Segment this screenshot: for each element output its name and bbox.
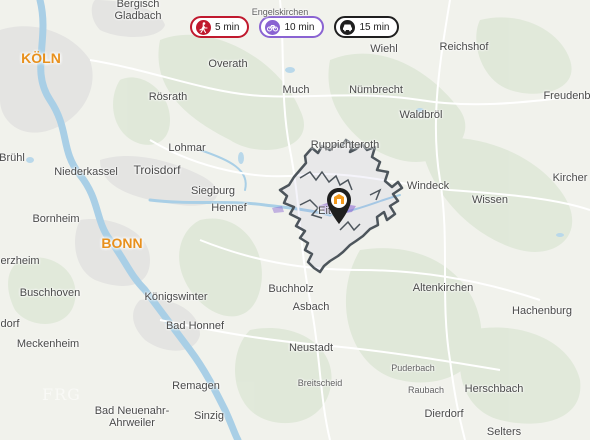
walk-5-min-button[interactable]: 5 min <box>190 16 250 38</box>
place-wiehl: Wiehl <box>370 43 398 55</box>
place-selters: Selters <box>486 426 522 438</box>
place-reichshof: Reichshof <box>439 41 489 53</box>
place-konigswinter: Königswinter <box>144 291 208 303</box>
car-icon <box>340 19 356 35</box>
travel-time-filters: 5 min 10 min 15 min <box>190 16 400 38</box>
place-hennef: Hennef <box>211 202 247 214</box>
place-dierdorf: Dierdorf <box>424 408 464 420</box>
place-asbach: Asbach <box>292 301 330 313</box>
map-watermark: FRG <box>42 385 81 404</box>
place-puderbach: Puderbach <box>391 363 435 373</box>
place-kirchen: Kircher <box>552 172 588 184</box>
place-altenkirchen: Altenkirchen <box>412 282 474 294</box>
walk-icon <box>196 19 211 35</box>
place-bruhl: Brühl <box>0 152 25 164</box>
place-remagen: Remagen <box>172 380 220 392</box>
bike-10-min-button[interactable]: 10 min <box>259 16 325 38</box>
location-pin-icon[interactable] <box>326 187 352 225</box>
walk-label: 5 min <box>215 21 240 33</box>
place-lohmar: Lohmar <box>168 142 206 154</box>
place-ruppichteroth: Ruppichteroth <box>310 139 380 151</box>
map-canvas[interactable] <box>0 0 590 440</box>
place-windeck: Windeck <box>406 180 450 192</box>
place-raubach: Raubach <box>407 385 445 395</box>
place-waldbrol: Waldbröl <box>399 109 443 121</box>
city-bonn: BONN <box>101 235 143 251</box>
place-hachenburg: Hachenburg <box>512 305 572 317</box>
bicycle-icon <box>265 19 281 35</box>
place-bornheim: Bornheim <box>32 213 80 225</box>
place-buchholz: Buchholz <box>268 283 314 295</box>
place-engelskirchen: Engelskirchen <box>251 7 309 17</box>
place-rosrath: Rösrath <box>148 91 188 103</box>
place-overath: Overath <box>208 58 248 70</box>
bike-label: 10 min <box>284 21 315 33</box>
city-koln: KÖLN <box>21 50 61 66</box>
place-breitscheid: Breitscheid <box>297 378 343 388</box>
place-neustadt: Neustadt <box>288 342 334 354</box>
place-freudenberg: Freudenb <box>543 90 590 102</box>
place-herschbach: Herschbach <box>464 383 524 395</box>
place-wissen: Wissen <box>471 194 509 206</box>
place-niederkassel: Niederkassel <box>54 166 118 178</box>
place-meckenheim: Meckenheim <box>16 338 80 350</box>
place-troisdorf: Troisdorf <box>133 163 181 177</box>
place-sinzig: Sinzig <box>194 410 224 422</box>
place-merzheim: erzheim <box>0 255 40 267</box>
car-15-min-button[interactable]: 15 min <box>334 16 400 38</box>
place-bad-neuenahr-ahrweiler: Bad Neuenahr- Ahrweiler <box>94 405 170 429</box>
place-numbrecht: Nümbrecht <box>349 84 403 96</box>
place-much: Much <box>282 84 310 96</box>
place-bad-honnef: Bad Honnef <box>165 320 225 332</box>
place-bergisch-gladbach: Bergisch Gladbach <box>114 0 162 22</box>
place-siegburg: Siegburg <box>190 185 236 197</box>
place-dorf: dorf <box>0 318 20 330</box>
car-label: 15 min <box>359 21 390 33</box>
place-buschhoven: Buschhoven <box>19 287 81 299</box>
